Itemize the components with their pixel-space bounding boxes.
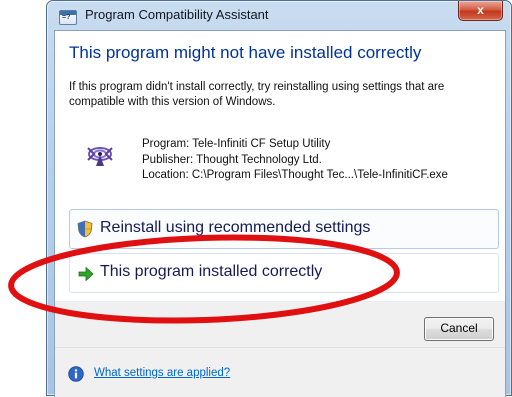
program-publisher: Publisher: Thought Technology Ltd.: [142, 153, 322, 166]
program-details: Program: Tele-Infiniti CF Setup Utility …: [142, 137, 448, 184]
green-arrow-icon: [78, 266, 94, 282]
dialog-content: This program might not have installed co…: [54, 30, 506, 397]
button-area: Cancel: [55, 302, 505, 347]
tele-infiniti-icon: [87, 147, 113, 166]
dialog-footer: What settings are applied?: [55, 347, 505, 397]
title-bar[interactable]: Program Compatibility Assistant x: [47, 1, 511, 29]
info-icon: [68, 366, 84, 382]
installed-correctly-label: This program installed correctly: [100, 263, 323, 280]
installed-correctly-option-button[interactable]: This program installed correctly: [69, 253, 499, 293]
shield-icon: [77, 220, 93, 238]
program-location: Location: C:\Program Files\Thought Tec..…: [142, 169, 448, 181]
settings-applied-link[interactable]: What settings are applied?: [94, 367, 230, 379]
close-button[interactable]: x: [458, 1, 503, 21]
reinstall-option-button[interactable]: Reinstall using recommended settings: [69, 209, 499, 249]
app-window-icon: [59, 10, 77, 25]
reinstall-option-label: Reinstall using recommended settings: [100, 219, 371, 236]
cancel-button[interactable]: Cancel: [424, 317, 494, 341]
dialog-description: If this program didn't install correctly…: [69, 81, 445, 108]
dialog-heading: This program might not have installed co…: [69, 43, 422, 62]
window-title: Program Compatibility Assistant: [85, 7, 269, 22]
compatibility-assistant-window: Program Compatibility Assistant x This p…: [46, 0, 512, 397]
program-name: Program: Tele-Infiniti CF Setup Utility: [142, 138, 331, 150]
